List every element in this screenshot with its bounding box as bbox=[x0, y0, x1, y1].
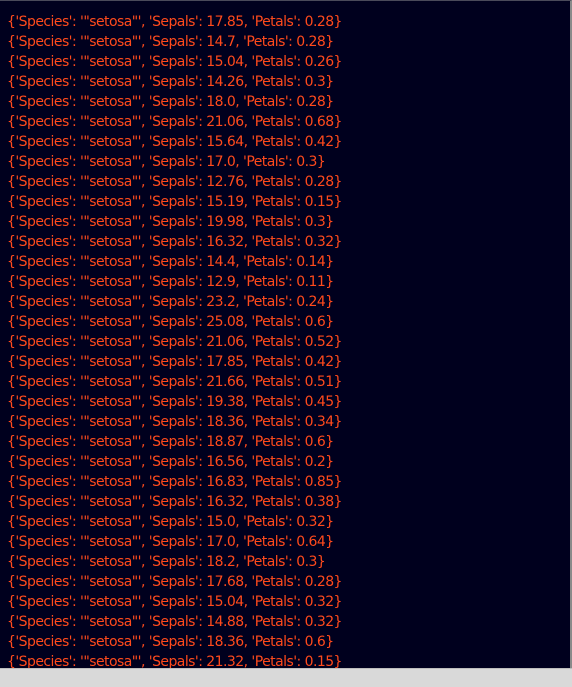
output-line: {'Species': '"setosa"', 'Sepals': 14.7, … bbox=[7, 34, 334, 50]
output-line: {'Species': '"setosa"', 'Sepals': 21.06,… bbox=[7, 334, 342, 350]
terminal-output-pane[interactable]: {'Species': '"setosa"', 'Sepals': 17.85,… bbox=[0, 0, 572, 669]
output-line: {'Species': '"setosa"', 'Sepals': 16.32,… bbox=[7, 494, 342, 510]
output-line: {'Species': '"setosa"', 'Sepals': 15.04,… bbox=[7, 594, 342, 610]
output-line: {'Species': '"setosa"', 'Sepals': 18.36,… bbox=[7, 414, 342, 430]
output-lines: {'Species': '"setosa"', 'Sepals': 17.85,… bbox=[7, 12, 342, 669]
output-line: {'Species': '"setosa"', 'Sepals': 15.0, … bbox=[7, 514, 334, 530]
output-line: {'Species': '"setosa"', 'Sepals': 12.9, … bbox=[7, 274, 334, 290]
output-line: {'Species': '"setosa"', 'Sepals': 25.08,… bbox=[7, 314, 334, 330]
output-line: {'Species': '"setosa"', 'Sepals': 14.88,… bbox=[7, 614, 342, 630]
output-line: {'Species': '"setosa"', 'Sepals': 18.0, … bbox=[7, 94, 334, 110]
status-bar bbox=[0, 668, 572, 687]
output-line: {'Species': '"setosa"', 'Sepals': 21.06,… bbox=[7, 114, 342, 130]
output-line: {'Species': '"setosa"', 'Sepals': 14.4, … bbox=[7, 254, 334, 270]
output-line: {'Species': '"setosa"', 'Sepals': 19.98,… bbox=[7, 214, 334, 230]
output-line: {'Species': '"setosa"', 'Sepals': 15.04,… bbox=[7, 54, 342, 70]
output-line: {'Species': '"setosa"', 'Sepals': 21.66,… bbox=[7, 374, 342, 390]
output-line: {'Species': '"setosa"', 'Sepals': 17.85,… bbox=[7, 14, 342, 30]
output-line: {'Species': '"setosa"', 'Sepals': 18.36,… bbox=[7, 634, 334, 650]
output-line: {'Species': '"setosa"', 'Sepals': 17.68,… bbox=[7, 574, 342, 590]
output-line: {'Species': '"setosa"', 'Sepals': 19.38,… bbox=[7, 394, 342, 410]
output-line: {'Species': '"setosa"', 'Sepals': 16.32,… bbox=[7, 234, 342, 250]
output-line: {'Species': '"setosa"', 'Sepals': 18.2, … bbox=[7, 554, 326, 570]
output-line: {'Species': '"setosa"', 'Sepals': 14.26,… bbox=[7, 74, 334, 90]
output-line: {'Species': '"setosa"', 'Sepals': 18.87,… bbox=[7, 434, 334, 450]
output-line: {'Species': '"setosa"', 'Sepals': 15.64,… bbox=[7, 134, 342, 150]
output-line: {'Species': '"setosa"', 'Sepals': 16.83,… bbox=[7, 474, 342, 490]
output-line: {'Species': '"setosa"', 'Sepals': 17.85,… bbox=[7, 354, 342, 370]
output-line: {'Species': '"setosa"', 'Sepals': 17.0, … bbox=[7, 154, 326, 170]
output-line: {'Species': '"setosa"', 'Sepals': 21.32,… bbox=[7, 654, 342, 669]
output-line: {'Species': '"setosa"', 'Sepals': 16.56,… bbox=[7, 454, 334, 470]
output-line: {'Species': '"setosa"', 'Sepals': 17.0, … bbox=[7, 534, 334, 550]
output-line: {'Species': '"setosa"', 'Sepals': 12.76,… bbox=[7, 174, 342, 190]
output-line: {'Species': '"setosa"', 'Sepals': 15.19,… bbox=[7, 194, 342, 210]
output-line: {'Species': '"setosa"', 'Sepals': 23.2, … bbox=[7, 294, 334, 310]
